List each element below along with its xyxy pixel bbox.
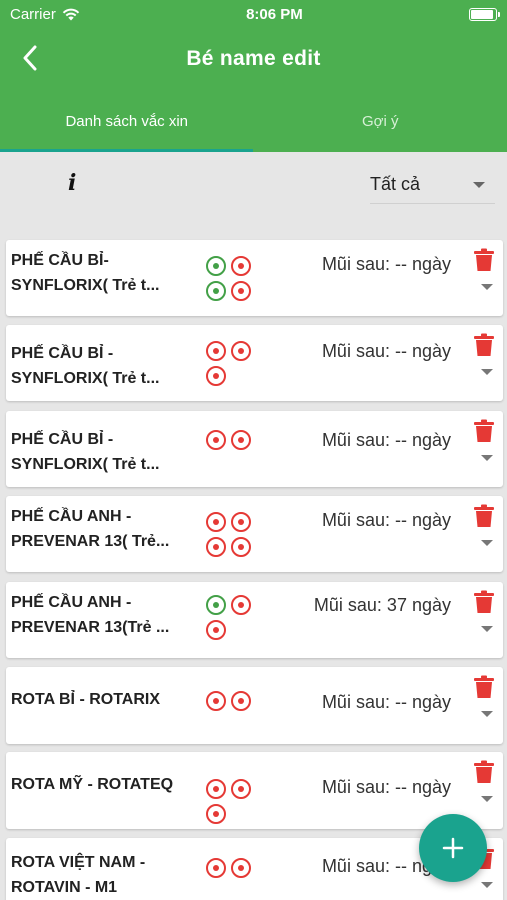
dose-pending-icon (231, 281, 251, 301)
expand-chevron-icon[interactable] (481, 284, 493, 290)
next-dose-label: Mũi sau: 37 ngày (313, 595, 451, 615)
dose-pending-icon (206, 512, 226, 532)
vaccine-name: ROTA MỸ - ROTATEQ (11, 776, 174, 793)
dose-pending-icon (206, 779, 226, 799)
dose-pending-icon (206, 341, 226, 361)
dose-pending-icon (206, 366, 226, 386)
dose-pending-icon (231, 858, 251, 878)
vaccine-card[interactable]: PHẾ CẦU BỈ- SYNFLORIX( Trẻ t... Mũi sau: … (6, 240, 503, 316)
dose-status-indicators (206, 858, 258, 878)
next-dose-label: Mũi sau: -- ngày (321, 341, 451, 361)
page-title: Bé name edit (186, 47, 321, 70)
dose-done-icon (206, 595, 226, 615)
dose-pending-icon (231, 341, 251, 361)
dose-status-indicators (206, 779, 258, 824)
delete-icon[interactable] (473, 760, 495, 784)
dose-pending-icon (206, 691, 226, 711)
vaccine-name: ROTA BỈ - ROTARIX (11, 691, 161, 708)
dose-pending-icon (231, 430, 251, 450)
vaccine-card[interactable]: ROTA BỈ - ROTARIX Mũi sau: -- ngày (6, 667, 503, 744)
dose-status-indicators (206, 430, 258, 450)
delete-icon[interactable] (473, 333, 495, 357)
dose-pending-icon (231, 512, 251, 532)
app-header: Carrier 8:06 PM Bé name edit Danh sách v… (0, 0, 507, 152)
delete-icon[interactable] (473, 419, 495, 443)
info-icon[interactable]: i (68, 170, 76, 196)
vaccine-card[interactable]: PHẾ CẦU ANH - PREVENAR 13(Trẻ ... Mũi sau… (6, 582, 503, 658)
dose-pending-icon (231, 537, 251, 557)
dose-status-indicators (206, 691, 258, 711)
next-dose-label: Mũi sau: -- ngày (321, 254, 451, 274)
expand-chevron-icon[interactable] (481, 369, 493, 375)
dose-pending-icon (231, 779, 251, 799)
delete-icon[interactable] (473, 590, 495, 614)
next-dose-label: Mũi sau: -- ngày (321, 510, 451, 530)
dose-done-icon (206, 256, 226, 276)
next-dose-label: Mũi sau: -- ngày (321, 777, 451, 797)
dose-pending-icon (231, 595, 251, 615)
vaccine-card[interactable]: PHẾ CẦU BỈ - SYNFLORIX( Trẻ t... Mũi sau:… (6, 411, 503, 487)
vaccine-name: ROTA VIỆT NAM - ROTAVIN - M1 (11, 854, 146, 896)
battery-icon (468, 7, 500, 21)
delete-icon[interactable] (473, 675, 495, 699)
expand-chevron-icon[interactable] (481, 882, 493, 888)
dose-status-indicators (206, 512, 258, 557)
clock: 8:06 PM (246, 5, 303, 23)
dose-pending-icon (231, 256, 251, 276)
dose-pending-icon (206, 858, 226, 878)
vaccine-card[interactable]: PHẾ CẦU BỈ - SYNFLORIX( Trẻ t... Mũi sau:… (6, 325, 503, 401)
filter-selected-value: Tất cả (370, 174, 421, 194)
delete-icon[interactable] (473, 504, 495, 528)
tab-suggestions[interactable]: Gợi ý (254, 90, 507, 152)
vaccine-card[interactable]: ROTA MỸ - ROTATEQ Mũi sau: -- ngày (6, 752, 503, 829)
chevron-down-icon (473, 181, 485, 188)
dose-pending-icon (206, 537, 226, 557)
filter-dropdown[interactable]: Tất cả (370, 166, 495, 204)
dose-pending-icon (206, 620, 226, 640)
expand-chevron-icon[interactable] (481, 540, 493, 546)
expand-chevron-icon[interactable] (481, 455, 493, 461)
tab-bar: Danh sách vắc xin Gợi ý (0, 90, 507, 152)
vaccine-name: PHẾ CẦU ANH - PREVENAR 13( Trẻ... (11, 508, 170, 550)
dose-status-indicators (206, 256, 258, 301)
vaccine-name: PHẾ CẦU ANH - PREVENAR 13(Trẻ ... (11, 594, 170, 636)
navigation-bar: Bé name edit (0, 28, 507, 90)
dose-status-indicators (206, 595, 258, 640)
wifi-icon (62, 8, 80, 20)
status-bar: Carrier 8:06 PM (0, 0, 507, 28)
dose-status-indicators (206, 341, 258, 386)
dose-pending-icon (206, 804, 226, 824)
back-button[interactable] (14, 42, 46, 74)
vaccine-card[interactable]: PHẾ CẦU ANH - PREVENAR 13( Trẻ... Mũi sau… (6, 496, 503, 572)
next-dose-label: Mũi sau: -- ngày (321, 430, 451, 450)
next-dose-label: Mũi sau: -- ngày (321, 692, 451, 712)
tab-vaccine-list[interactable]: Danh sách vắc xin (0, 90, 254, 152)
vaccine-name: PHẾ CẦU BỈ - SYNFLORIX( Trẻ t... (11, 345, 160, 387)
vaccine-name: PHẾ CẦU BỈ - SYNFLORIX( Trẻ t... (11, 431, 160, 473)
dose-pending-icon (206, 430, 226, 450)
vaccine-name: PHẾ CẦU BỈ- SYNFLORIX( Trẻ t... (11, 252, 160, 294)
dose-done-icon (206, 281, 226, 301)
plus-icon (442, 837, 464, 859)
expand-chevron-icon[interactable] (481, 711, 493, 717)
dose-pending-icon (231, 691, 251, 711)
expand-chevron-icon[interactable] (481, 626, 493, 632)
add-vaccine-button[interactable] (419, 814, 487, 882)
expand-chevron-icon[interactable] (481, 796, 493, 802)
delete-icon[interactable] (473, 248, 495, 272)
chevron-left-icon (23, 45, 37, 71)
carrier-label: Carrier (10, 5, 56, 23)
filter-row: i Tất cả (0, 152, 507, 240)
